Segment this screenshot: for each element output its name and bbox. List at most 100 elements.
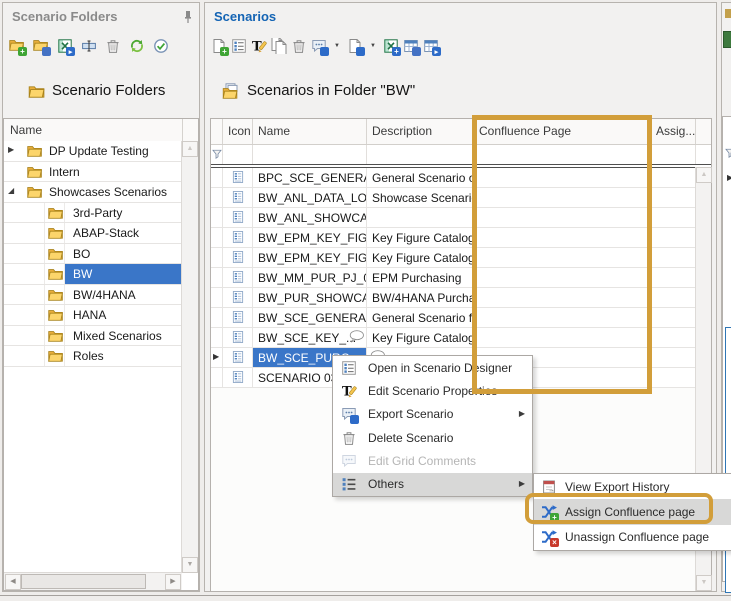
floppy-badge-icon bbox=[42, 47, 51, 56]
table-row[interactable]: BW_ANL_DATA_LO... Showcase Scenario... bbox=[211, 188, 711, 208]
tree-item-intern[interactable]: Intern bbox=[4, 162, 182, 183]
table-row[interactable]: BW_ANL_SHOWCA... bbox=[211, 208, 711, 228]
tree-item-abap-stack[interactable]: ABAP-Stack bbox=[4, 223, 182, 244]
scroll-up-button[interactable] bbox=[696, 167, 712, 183]
scroll-left-button[interactable] bbox=[5, 574, 21, 590]
toolbar-icon-fragment bbox=[723, 31, 731, 48]
indicator-column-header bbox=[211, 119, 223, 144]
row-icon-cell bbox=[223, 288, 253, 307]
tree-item-label: BW/4HANA bbox=[73, 288, 136, 302]
menu-item-delete-scenario[interactable]: Delete Scenario bbox=[333, 426, 532, 449]
scroll-down-button[interactable] bbox=[182, 557, 198, 573]
filter-funnel-icon[interactable] bbox=[725, 148, 731, 158]
save-grid-button[interactable] bbox=[403, 38, 419, 54]
filter-cell[interactable] bbox=[651, 145, 696, 164]
scenarios-folder-icon bbox=[222, 83, 240, 99]
refresh-button[interactable] bbox=[129, 38, 145, 54]
tree-item-label: DP Update Testing bbox=[49, 144, 149, 158]
validate-button[interactable] bbox=[153, 38, 169, 54]
row-indicator-cell bbox=[211, 348, 223, 367]
tree-header[interactable]: Name bbox=[4, 119, 198, 142]
row-description-cell bbox=[367, 208, 474, 227]
pin-icon[interactable] bbox=[183, 10, 193, 24]
tree-item-label: Intern bbox=[49, 165, 80, 179]
folder-icon bbox=[48, 226, 63, 239]
tree-item-mixed-scenarios[interactable]: Mixed Scenarios bbox=[4, 326, 182, 347]
row-indicator-cell bbox=[211, 188, 223, 207]
assignment-column-header[interactable]: Assig... bbox=[651, 119, 696, 144]
tree-vertical-scrollbar[interactable] bbox=[181, 141, 198, 573]
table-row[interactable]: BW_PUR_SHOWCA... BW/4HANA Purcha... bbox=[211, 288, 711, 308]
row-indicator-cell bbox=[211, 308, 223, 327]
delete-folder-button[interactable] bbox=[105, 38, 121, 54]
menu-item-edit-scenario-properties[interactable]: Edit Scenario Properties bbox=[333, 379, 532, 402]
tree-item-dp-update-testing[interactable]: DP Update Testing bbox=[4, 141, 182, 162]
expander-collapsed-icon[interactable] bbox=[8, 146, 14, 154]
table-row[interactable]: BW_SCE_GENERAL... General Scenario f... bbox=[211, 308, 711, 328]
tree-item-roles[interactable]: Roles bbox=[4, 346, 182, 367]
menu-item-others[interactable]: Others bbox=[333, 473, 532, 496]
submenu-item-unassign-confluence-page[interactable]: Unassign Confluence page bbox=[534, 525, 731, 550]
export-excel-button[interactable] bbox=[383, 38, 399, 54]
row-name-cell: BW_SCE_KEY_... bbox=[253, 328, 367, 347]
name-column-header[interactable]: Name bbox=[253, 119, 367, 144]
edit-scenario-properties-button[interactable] bbox=[251, 38, 267, 54]
rename-folder-button[interactable] bbox=[81, 38, 97, 54]
row-description-cell: Key Figure Catalog... bbox=[367, 328, 474, 347]
tree-item-bo[interactable]: BO bbox=[4, 244, 182, 265]
filter-cell[interactable] bbox=[474, 145, 651, 164]
filter-indicator-cell bbox=[211, 145, 223, 164]
table-row[interactable]: BW_SCE_KEY_... Key Figure Catalog... bbox=[211, 328, 711, 348]
scroll-up-button[interactable] bbox=[182, 141, 198, 157]
import-grid-button[interactable] bbox=[423, 38, 439, 54]
menu-item-export-scenario[interactable]: Export Scenario bbox=[333, 403, 532, 426]
tree-item-bw4hana[interactable]: BW/4HANA bbox=[4, 285, 182, 306]
folder-icon bbox=[27, 185, 42, 198]
row-assignment-cell bbox=[651, 348, 696, 367]
filter-cell[interactable] bbox=[253, 145, 367, 164]
row-confluence-cell bbox=[474, 248, 651, 267]
tree-item-showcases-scenarios[interactable]: Showcases Scenarios bbox=[4, 182, 182, 203]
submenu-item-assign-confluence-page[interactable]: Assign Confluence page bbox=[534, 499, 731, 524]
row-name-cell: BW_ANL_SHOWCA... bbox=[253, 208, 367, 227]
open-scenario-designer-button[interactable] bbox=[231, 38, 247, 54]
export-document-button[interactable] bbox=[347, 38, 363, 54]
row-confluence-cell bbox=[474, 288, 651, 307]
tree-horizontal-scrollbar[interactable] bbox=[4, 572, 182, 590]
filter-cell[interactable] bbox=[223, 145, 253, 164]
comments-dropdown-icon[interactable] bbox=[334, 43, 340, 49]
export-excel-button[interactable] bbox=[57, 38, 73, 54]
submenu-item-view-export-history[interactable]: View Export History bbox=[534, 474, 731, 499]
scroll-right-button[interactable] bbox=[165, 574, 181, 590]
filter-funnel-icon[interactable] bbox=[212, 149, 222, 159]
grid-comments-icon bbox=[341, 453, 357, 469]
scroll-down-button[interactable] bbox=[696, 575, 712, 591]
scrollbar-thumb[interactable] bbox=[21, 574, 146, 589]
menu-item-label: Export Scenario bbox=[368, 407, 453, 421]
save-folder-button[interactable] bbox=[33, 38, 49, 54]
folders-heading: Scenario Folders bbox=[28, 82, 165, 99]
table-row[interactable]: BW_MM_PUR_PJ_01 EPM Purchasing bbox=[211, 268, 711, 288]
tree-item-hana[interactable]: HANA bbox=[4, 305, 182, 326]
icon-column-header[interactable]: Icon bbox=[223, 119, 253, 144]
table-row[interactable]: BPC_SCE_GENERA... General Scenario o... bbox=[211, 168, 711, 188]
confluence-page-column-header[interactable]: Confluence Page bbox=[474, 119, 651, 144]
new-scenario-button[interactable] bbox=[211, 38, 227, 54]
comments-button[interactable] bbox=[311, 38, 327, 54]
table-row[interactable]: BW_EPM_KEY_FIG... Key Figure Catalog... bbox=[211, 228, 711, 248]
row-indicator-cell bbox=[211, 248, 223, 267]
delete-scenario-button[interactable] bbox=[291, 38, 307, 54]
table-row[interactable]: BW_EPM_KEY_FIG... Key Figure Catalog bbox=[211, 248, 711, 268]
row-description-cell: General Scenario f... bbox=[367, 308, 474, 327]
export-dropdown-icon[interactable] bbox=[370, 43, 376, 49]
tree-item-3rd-party[interactable]: 3rd-Party bbox=[4, 203, 182, 224]
row-assignment-cell bbox=[651, 168, 696, 187]
new-folder-button[interactable] bbox=[9, 38, 25, 54]
expander-expanded-icon[interactable] bbox=[8, 187, 14, 195]
row-icon-cell bbox=[223, 228, 253, 247]
duplicate-scenario-button[interactable] bbox=[271, 38, 287, 54]
description-column-header[interactable]: Description bbox=[367, 119, 474, 144]
tree-item-bw-selected[interactable]: BW bbox=[4, 264, 182, 285]
menu-item-open-in-scenario-designer[interactable]: Open in Scenario Designer bbox=[333, 356, 532, 379]
filter-cell[interactable] bbox=[367, 145, 474, 164]
